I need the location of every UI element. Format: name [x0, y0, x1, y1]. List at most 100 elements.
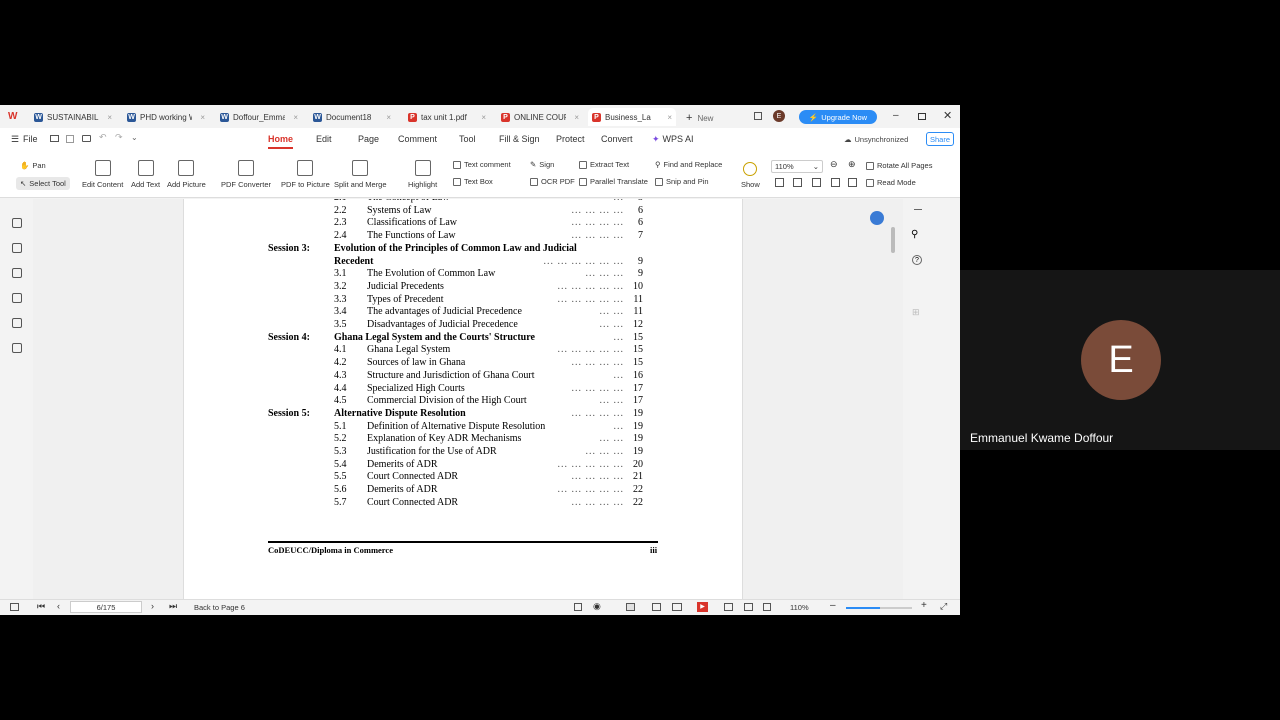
attachment-icon[interactable]	[12, 293, 22, 303]
close-tab-icon[interactable]: ×	[107, 113, 112, 122]
prev-page-icon[interactable]: ‹	[57, 601, 60, 611]
text-box-button[interactable]: Text Box	[453, 177, 493, 186]
extract-text-button[interactable]: Extract Text	[579, 160, 629, 169]
menu-home[interactable]: Home	[268, 134, 294, 149]
comments-icon[interactable]	[12, 268, 22, 278]
cloud-sync-status[interactable]: ☁ Unsynchronized	[844, 135, 908, 144]
open-folder-icon[interactable]	[50, 135, 59, 142]
select-tool[interactable]: ↖ Select Tool	[16, 177, 70, 190]
ocr-pdf-button[interactable]: OCR PDF	[530, 177, 575, 186]
menu-tool[interactable]: Tool	[459, 134, 476, 144]
zoom-in-icon[interactable]: ⊕	[848, 159, 856, 170]
fit-icon[interactable]	[724, 603, 733, 611]
fullscreen-icon[interactable]: ⤢	[940, 601, 947, 612]
stamp-icon[interactable]	[12, 318, 22, 328]
print-icon[interactable]	[82, 135, 91, 142]
minimize-button[interactable]: –	[893, 110, 899, 121]
fit-width-icon[interactable]	[793, 178, 802, 187]
tab-6[interactable]: P Business_La ×	[588, 108, 676, 126]
account-avatar[interactable]: E	[773, 110, 785, 122]
menu-file[interactable]: File	[23, 134, 38, 144]
back-to-page-link[interactable]: Back to Page 6	[194, 603, 245, 612]
help-icon[interactable]: ?	[912, 255, 922, 265]
collapse-icon[interactable]	[914, 209, 922, 210]
two-page-view-icon[interactable]	[672, 603, 682, 611]
single-page-icon[interactable]	[812, 178, 821, 187]
menu-edit[interactable]: Edit	[316, 134, 332, 144]
new-tab-button[interactable]: + New	[686, 112, 713, 124]
zoom-out-button[interactable]: –	[830, 600, 836, 611]
next-page-icon[interactable]: ›	[151, 601, 154, 611]
hamburger-icon[interactable]: ☰	[11, 134, 19, 145]
sidebar-toggle-icon[interactable]	[10, 603, 19, 611]
rotate-left-icon[interactable]	[831, 178, 840, 187]
sign-button[interactable]: ✎ Sign	[530, 160, 554, 169]
upgrade-now-button[interactable]: ⚡ Upgrade Now	[799, 110, 877, 124]
floating-tool-icon[interactable]	[870, 211, 884, 225]
page-number-input[interactable]: 6/175	[70, 601, 142, 613]
pan-tool[interactable]: ✋ Pan	[20, 161, 46, 170]
apps-icon[interactable]: ⊞	[912, 307, 920, 318]
close-tab-icon[interactable]: ×	[386, 113, 391, 122]
status-zoom-value[interactable]: 110%	[790, 603, 809, 612]
menu-convert[interactable]: Convert	[601, 134, 633, 144]
export-icon[interactable]	[574, 603, 582, 611]
add-text-button[interactable]: Add Text	[131, 160, 160, 189]
last-page-icon[interactable]: ⏭	[169, 601, 177, 612]
bookmark-status-icon[interactable]	[763, 603, 771, 611]
redo-icon[interactable]: ↷	[115, 132, 123, 143]
close-tab-icon[interactable]: ×	[293, 113, 298, 122]
thumbnails-icon[interactable]	[12, 243, 22, 253]
add-picture-button[interactable]: Add Picture	[167, 160, 206, 189]
zoom-in-button[interactable]: +	[921, 600, 927, 611]
pdf-converter-button[interactable]: PDF Converter	[221, 160, 271, 189]
tab-0[interactable]: W SUSTAINABILITY ×	[30, 108, 116, 126]
zoom-select[interactable]: 110% ⌄	[771, 160, 823, 173]
tab-4[interactable]: Ptax unit 1.pdf ×	[404, 108, 490, 126]
chevron-down-icon[interactable]: ⌄	[131, 133, 138, 142]
first-page-icon[interactable]: ⏮	[37, 601, 45, 612]
close-window-button[interactable]: ✕	[943, 109, 952, 122]
edit-content-button[interactable]: Edit Content	[82, 160, 123, 189]
close-tab-icon[interactable]: ×	[200, 113, 205, 122]
zoom-out-icon[interactable]: ⊖	[830, 159, 838, 170]
menu-wps-ai[interactable]: ✦ WPS AI	[652, 134, 694, 145]
bookmark-icon[interactable]	[12, 218, 22, 228]
snip-pin-button[interactable]: Snip and Pin	[655, 177, 709, 186]
show-button[interactable]: Show	[741, 162, 760, 189]
continuous-view-icon[interactable]	[652, 603, 661, 611]
undo-icon[interactable]: ↶	[99, 132, 107, 143]
restore-button[interactable]	[918, 113, 926, 120]
fit-page-icon[interactable]	[775, 178, 784, 187]
search-icon[interactable]: ⚲	[911, 229, 918, 240]
tab-5[interactable]: P ONLINE COURSES, I ×	[497, 108, 583, 126]
close-tab-icon[interactable]: ×	[667, 113, 672, 122]
tab-3[interactable]: W Document18 ×	[309, 108, 395, 126]
single-page-view-icon[interactable]	[626, 603, 635, 611]
play-icon[interactable]: ▶	[697, 602, 708, 612]
pdf-to-picture-button[interactable]: PDF to Picture	[281, 160, 330, 189]
tab-1[interactable]: W PHD working Write ×	[123, 108, 209, 126]
share-button[interactable]: Share	[926, 132, 954, 146]
rotate-all-pages-button[interactable]: Rotate All Pages	[866, 161, 932, 170]
save-icon[interactable]	[66, 135, 74, 143]
close-tab-icon[interactable]: ×	[481, 113, 486, 122]
close-tab-icon[interactable]: ×	[574, 113, 579, 122]
window-layout-icon[interactable]	[754, 112, 762, 120]
read-mode-button[interactable]: Read Mode	[866, 178, 916, 187]
menu-page[interactable]: Page	[358, 134, 379, 144]
layers-icon[interactable]	[12, 343, 22, 353]
parallel-translate-button[interactable]: Parallel Translate	[579, 177, 648, 186]
menu-protect[interactable]: Protect	[556, 134, 585, 144]
wps-logo-icon[interactable]: W	[8, 111, 17, 122]
rotate-right-icon[interactable]	[848, 178, 857, 187]
vertical-scrollbar[interactable]	[891, 227, 895, 253]
find-replace-button[interactable]: ⚲ Find and Replace	[655, 160, 722, 169]
split-merge-button[interactable]: Split and Merge	[334, 160, 387, 189]
menu-fill-sign[interactable]: Fill & Sign	[499, 134, 540, 144]
document-viewport[interactable]: 2.1 The Concept of Law... 5 2.2 Systems of L…	[33, 199, 903, 599]
tab-2[interactable]: W Doffour_Emmanue ×	[216, 108, 302, 126]
eye-icon[interactable]: ◉	[593, 601, 601, 612]
zoom-slider[interactable]	[846, 607, 912, 609]
highlight-button[interactable]: Highlight	[408, 160, 437, 189]
